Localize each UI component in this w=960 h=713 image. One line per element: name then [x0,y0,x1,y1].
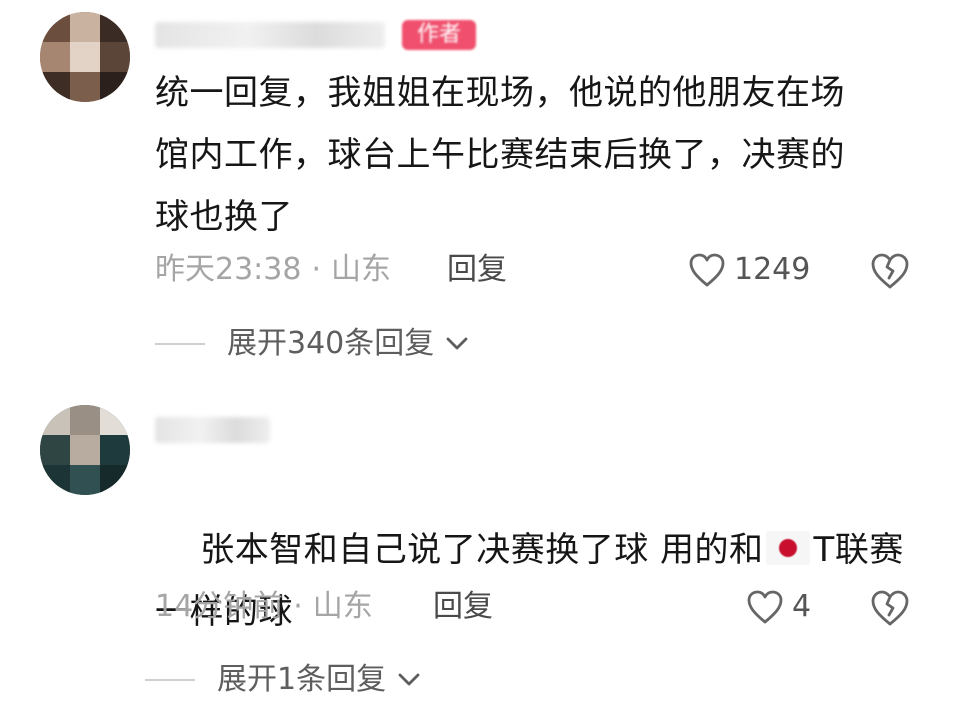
comment-text-part: 张本智和自己说了决赛换了球 用的和 [200,530,764,570]
broken-heart-icon [871,590,909,626]
like-button[interactable]: 4 [746,587,811,627]
heart-outline-icon [689,253,725,287]
heart-outline-icon [747,590,783,624]
reply-button[interactable]: 回复 [433,587,493,627]
comment-meta: 14分钟前 · 山东 [155,589,373,624]
broken-heart-icon [871,253,909,289]
dislike-button[interactable] [870,252,910,294]
like-count: 4 [792,589,812,624]
author-badge: 作者 [402,20,476,50]
divider-line [145,679,195,681]
comment-text: 统一回复，我姐姐在现场，他说的他朋友在场 馆内工作，球台上午比赛结束后换了，决赛… [155,73,845,237]
chevron-down-icon [398,673,420,686]
reply-button[interactable]: 回复 [447,250,507,290]
japan-flag-icon [765,531,810,565]
comment-item: 张本智和自己说了决赛换了球 用的和 T联赛 一样的球 14分钟前 · 山东 回复 4 … [0,395,960,713]
expand-replies[interactable]: 展开340条回复 [155,324,470,364]
avatar[interactable] [40,405,130,495]
divider-line [155,343,205,345]
like-button[interactable]: 1249 [688,250,810,290]
like-count: 1249 [734,252,811,287]
expand-replies-label: 展开340条回复 [227,326,435,361]
comment-location: 山东 [312,589,373,624]
dislike-button[interactable] [870,589,910,631]
avatar[interactable] [40,12,130,102]
expand-replies-label: 展开1条回复 [217,662,387,697]
comment-meta: 昨天23:38 · 山东 [155,252,392,287]
comment-time: 昨天23:38 [155,252,302,287]
comment-item: 作者 统一回复，我姐姐在现场，他说的他朋友在场 馆内工作，球台上午比赛结束后换了… [0,0,960,380]
comment-time: 14分钟前 [155,589,284,624]
comment-location: 山东 [331,252,392,287]
username[interactable] [155,22,385,48]
expand-replies[interactable]: 展开1条回复 [145,660,422,700]
chevron-down-icon [446,337,468,350]
username[interactable] [155,417,270,443]
